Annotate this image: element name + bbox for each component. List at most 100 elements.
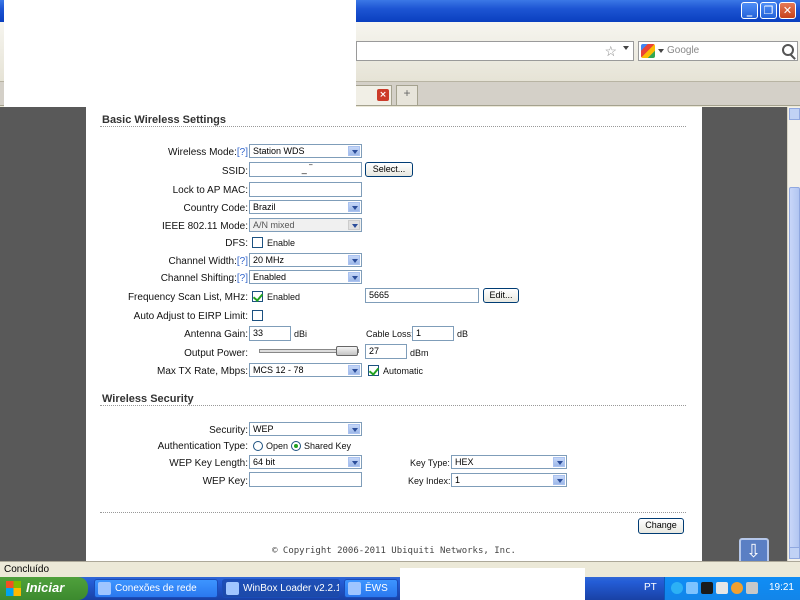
vertical-scrollbar[interactable] (787, 107, 800, 561)
help-link[interactable]: [?] (237, 256, 248, 267)
channel-width-label: Channel Width:[?] (168, 256, 249, 267)
start-button[interactable]: Iniciar (0, 577, 88, 600)
frequency-scan-label: Frequency Scan List, MHz: (127, 292, 248, 303)
help-link[interactable]: [?] (237, 273, 248, 284)
tab-close-icon[interactable]: × (377, 89, 389, 101)
max-tx-rate-label: Max TX Rate, Mbps: (157, 366, 248, 377)
channel-width-select[interactable]: 20 MHz (249, 253, 362, 267)
bookmark-star-icon[interactable]: ☆ (604, 43, 617, 60)
help-link[interactable]: [?] (237, 147, 248, 158)
channel-shifting-select[interactable]: Enabled (249, 270, 362, 284)
channel-shifting-label: Channel Shifting:[?] (160, 273, 248, 284)
chevron-down-icon (348, 220, 360, 230)
search-box[interactable]: Google (638, 41, 798, 61)
cable-loss-unit: dB (457, 329, 469, 339)
key-index-select[interactable]: 1 (451, 473, 567, 487)
windows-logo-icon (6, 581, 21, 596)
restore-button[interactable]: ❐ (760, 2, 777, 19)
chevron-down-icon (348, 202, 360, 212)
section-divider (100, 405, 686, 406)
chevron-down-icon (553, 457, 565, 467)
cable-loss-input[interactable]: 1 (412, 326, 454, 341)
search-placeholder: Google (667, 45, 700, 56)
auth-open-radio[interactable] (253, 441, 263, 451)
wep-key-length-label: WEP Key Length: (169, 458, 248, 469)
address-bar[interactable]: ☆ (356, 41, 634, 61)
google-icon (641, 44, 655, 58)
wep-key-input[interactable] (249, 472, 362, 487)
tray-volume-icon[interactable] (746, 582, 758, 594)
system-tray: 19:21 (664, 577, 800, 600)
auth-shared-key-radio[interactable] (291, 441, 301, 451)
tray-network-icon[interactable] (686, 582, 698, 594)
taskbar-item-browser[interactable]: ĒWS (344, 579, 398, 598)
chevron-down-icon (348, 146, 360, 156)
lock-ap-mac-input[interactable] (249, 182, 362, 197)
search-engine-dropdown-icon[interactable] (658, 49, 664, 53)
country-code-label: Country Code: (183, 203, 248, 214)
copyright-text: © Copyright 2006-2011 Ubiquiti Networks,… (272, 546, 516, 556)
section-divider (100, 126, 686, 127)
security-select[interactable]: WEP (249, 422, 362, 436)
browser-icon (348, 582, 361, 595)
output-power-label: Output Power: (184, 348, 248, 359)
search-icon[interactable] (782, 44, 794, 56)
automatic-checkbox[interactable] (368, 365, 379, 376)
ssid-input[interactable]: _ ‾ (249, 162, 362, 177)
new-tab-button[interactable]: + (396, 85, 418, 105)
page-viewport: Basic Wireless Settings Wireless Mode:[?… (0, 107, 787, 561)
chevron-down-icon (348, 424, 360, 434)
frequency-scan-checkbox[interactable] (252, 291, 263, 302)
language-indicator[interactable]: PT (644, 582, 657, 593)
security-label: Security: (209, 425, 248, 436)
select-ssid-button[interactable]: Select... (365, 162, 413, 177)
url-dropdown-icon[interactable] (623, 46, 629, 50)
auto-eirp-checkbox[interactable] (252, 310, 263, 321)
scroll-up-arrow-icon[interactable] (789, 108, 800, 120)
key-type-select[interactable]: HEX (451, 455, 567, 469)
max-tx-rate-select[interactable]: MCS 12 - 78 (249, 363, 362, 377)
frequency-scan-input[interactable]: 5665 (365, 288, 479, 303)
edit-frequency-button[interactable]: Edit... (483, 288, 519, 303)
auth-open-text: Open (266, 441, 289, 451)
key-index-label: Key Index: (408, 476, 451, 486)
clock: 19:21 (768, 582, 794, 593)
taskbar-item-network[interactable]: Conexões de rede (94, 579, 218, 598)
dfs-enable-text: Enable (267, 238, 296, 248)
automatic-text: Automatic (383, 366, 424, 376)
wep-key-length-select[interactable]: 64 bit (249, 455, 362, 469)
country-code-select[interactable]: Brazil (249, 200, 362, 214)
ieee-mode-label: IEEE 802.11 Mode: (162, 221, 248, 232)
browser-tab[interactable]: × (350, 85, 392, 105)
winbox-icon (226, 582, 239, 595)
chevron-down-icon (348, 457, 360, 467)
output-power-slider[interactable] (259, 346, 359, 356)
close-window-button[interactable]: ✕ (779, 2, 796, 19)
lock-ap-label: Lock to AP MAC: (172, 185, 248, 196)
antenna-gain-input[interactable]: 33 (249, 326, 291, 341)
chevron-down-icon (348, 272, 360, 282)
settings-panel: Basic Wireless Settings Wireless Mode:[?… (86, 107, 702, 561)
antenna-gain-label: Antenna Gain: (184, 329, 248, 340)
tray-sync-icon[interactable] (671, 582, 683, 594)
taskbar-item-winbox[interactable]: WinBox Loader v2.2.15 (222, 579, 340, 598)
auto-eirp-label: Auto Adjust to EIRP Limit: (133, 311, 248, 322)
antenna-gain-unit: dBi (294, 329, 308, 339)
slider-thumb[interactable] (336, 346, 358, 356)
tray-device-icon[interactable] (716, 582, 728, 594)
dfs-checkbox[interactable] (252, 237, 263, 248)
section-divider (100, 512, 686, 513)
ieee-mode-select: A/N mixed (249, 218, 362, 232)
dfs-label: DFS: (225, 238, 248, 249)
scrollbar-thumb[interactable] (789, 187, 800, 557)
tray-shield-icon[interactable] (731, 582, 743, 594)
change-button[interactable]: Change (638, 518, 684, 534)
minimize-button[interactable]: _ (741, 2, 758, 19)
tray-network-disconnected-icon[interactable] (701, 582, 713, 594)
chevron-down-icon (348, 365, 360, 375)
wep-key-label: WEP Key: (202, 476, 248, 487)
wireless-mode-select[interactable]: Station WDS (249, 144, 362, 158)
chevron-down-icon (553, 475, 565, 485)
output-power-input[interactable]: 27 (365, 344, 407, 359)
scroll-down-arrow-icon[interactable] (789, 547, 800, 559)
